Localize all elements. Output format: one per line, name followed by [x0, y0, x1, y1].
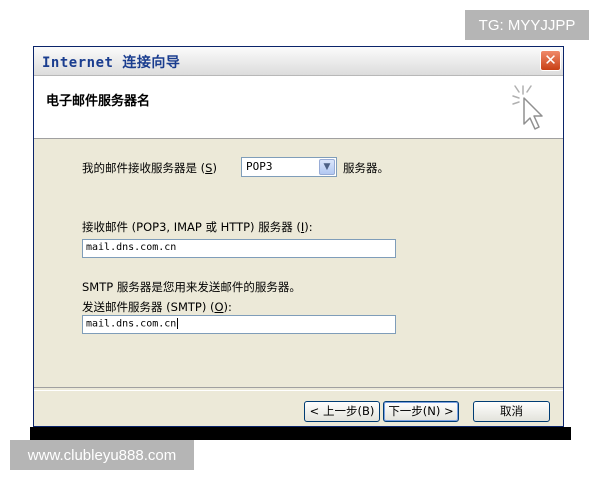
- incoming-server-type-select[interactable]: POP3 ▼: [241, 157, 337, 177]
- cancel-button[interactable]: 取消: [473, 401, 550, 422]
- wizard-header: 电子邮件服务器名: [34, 76, 563, 139]
- window-title: Internet 连接向导: [42, 55, 181, 71]
- watermark-bottom: www.clubleyu888.com: [10, 440, 194, 470]
- close-icon: ✕: [544, 51, 557, 69]
- wizard-cursor-icon: [512, 85, 543, 130]
- incoming-server-value: mail.dns.com.cn: [86, 242, 177, 253]
- next-button[interactable]: 下一步(N) >: [383, 401, 459, 422]
- watermark-top: TG: MYYJJPP: [465, 10, 589, 40]
- incoming-server-type-value: POP3: [246, 160, 273, 173]
- incoming-type-label: 我的邮件接收服务器是 (S): [82, 161, 217, 175]
- chevron-down-icon[interactable]: ▼: [319, 159, 335, 175]
- button-separator: [34, 387, 563, 391]
- title-bar[interactable]: Internet 连接向导 ✕: [34, 47, 563, 76]
- incoming-type-suffix-label: 服务器。: [343, 161, 389, 175]
- smtp-note: SMTP 服务器是您用来发送邮件的服务器。: [82, 280, 301, 294]
- back-button[interactable]: < 上一步(B): [304, 401, 380, 422]
- wizard-content: 我的邮件接收服务器是 (S) POP3 ▼ 服务器。 接收邮件 (POP3, I…: [34, 139, 563, 387]
- outgoing-server-label: 发送邮件服务器 (SMTP) (O):: [82, 300, 232, 314]
- outgoing-server-value: mail.dns.com.cn: [86, 318, 179, 330]
- internet-connection-wizard-dialog: Internet 连接向导 ✕ 电子邮件服务器名 我的邮件接收服务器是 (S) …: [33, 46, 564, 427]
- close-button[interactable]: ✕: [540, 50, 561, 71]
- outgoing-server-input[interactable]: mail.dns.com.cn: [82, 315, 396, 334]
- black-bar: [30, 427, 571, 440]
- page-title: 电子邮件服务器名: [46, 94, 151, 109]
- text-caret: [177, 318, 179, 329]
- incoming-server-label: 接收邮件 (POP3, IMAP 或 HTTP) 服务器 (I):: [82, 220, 313, 234]
- incoming-server-input[interactable]: mail.dns.com.cn: [82, 239, 396, 258]
